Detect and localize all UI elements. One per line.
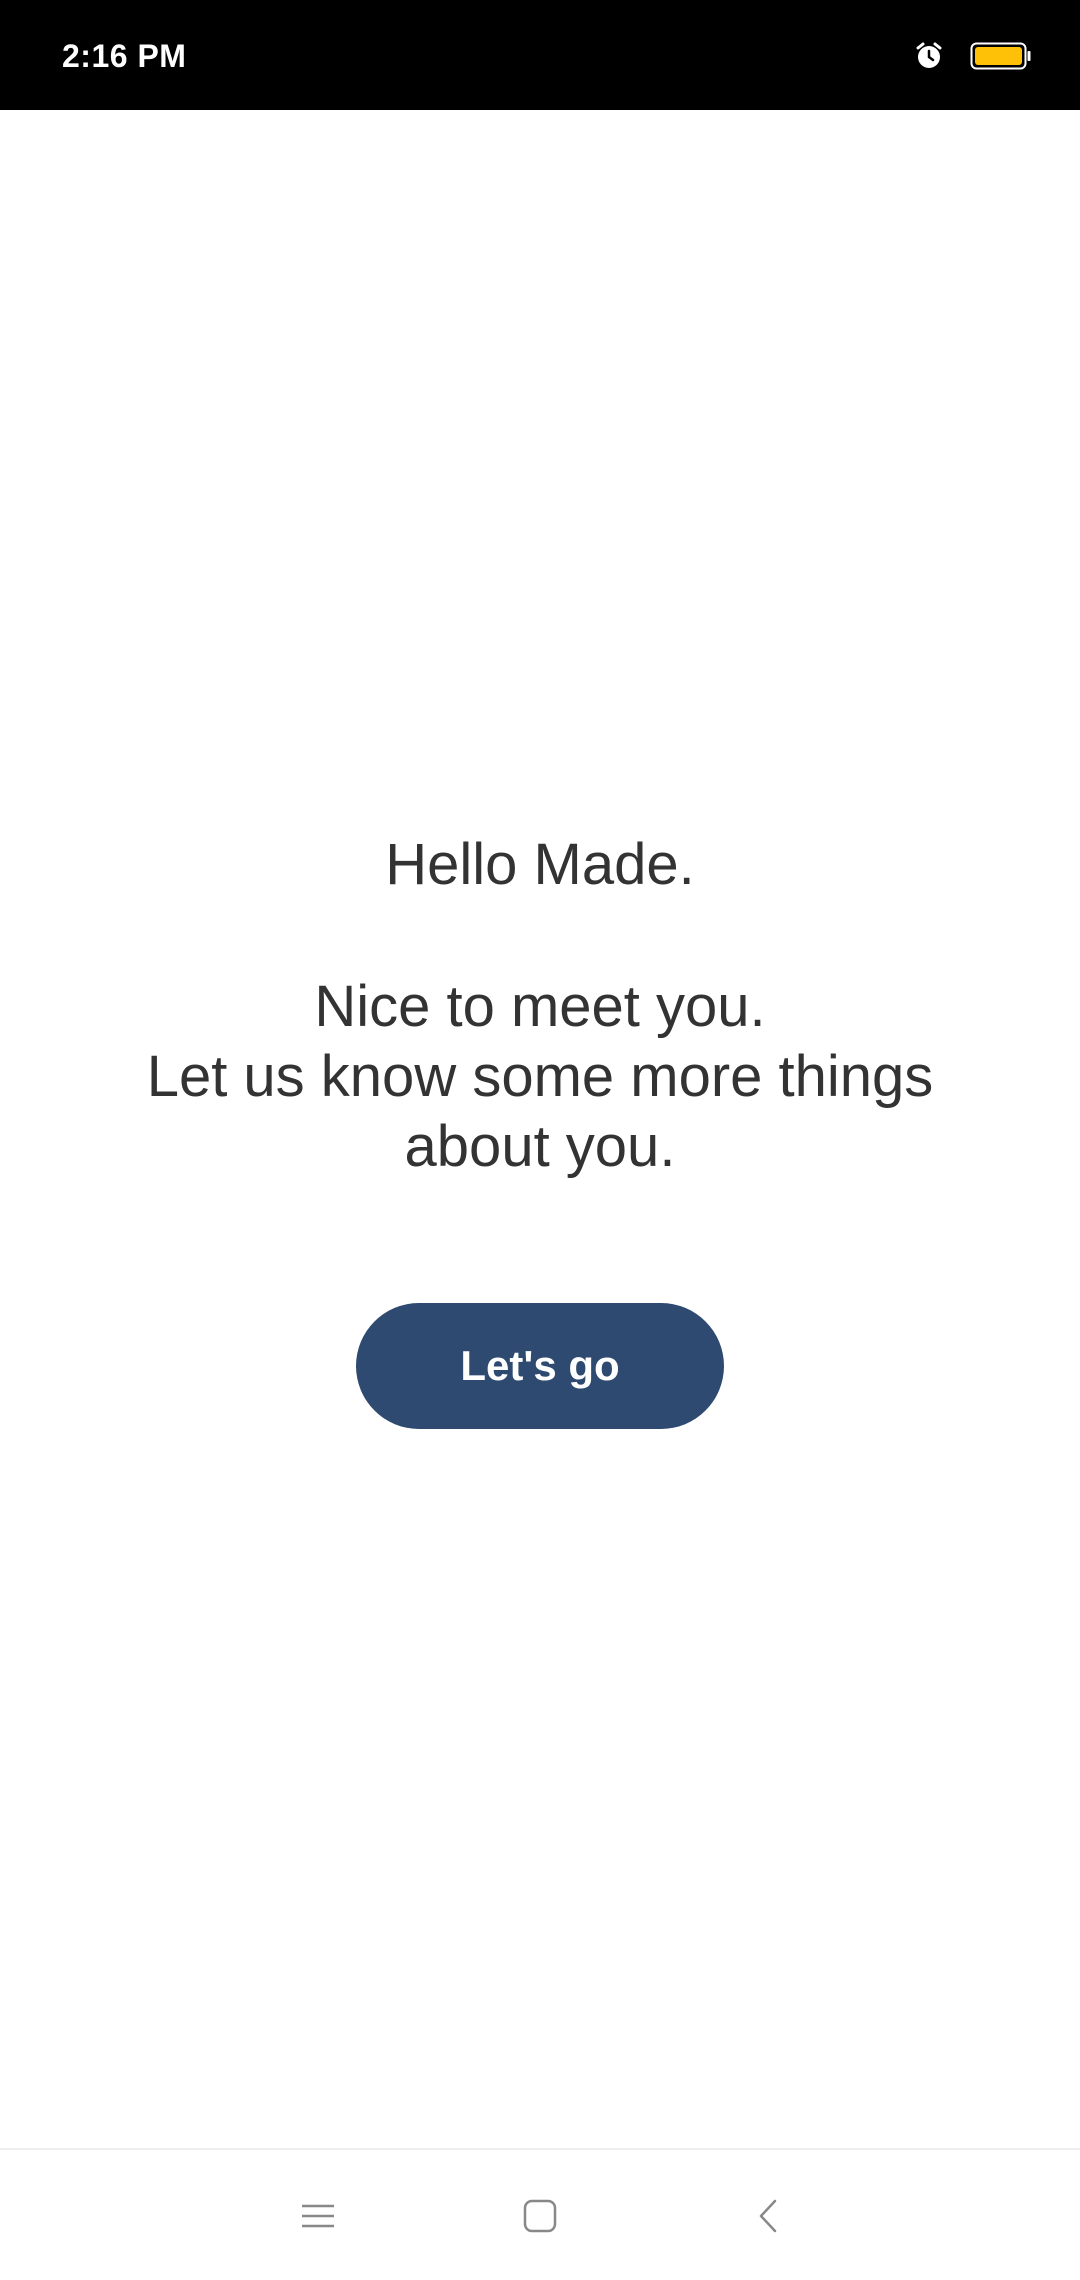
message-line: Nice to meet you. [314,974,766,1039]
home-button[interactable] [512,2190,568,2246]
status-bar: 2:16 PM [0,0,1080,110]
back-button[interactable] [740,2190,796,2246]
status-time: 2:16 PM [62,38,187,74]
greeting-heading: Hello Made. [385,832,695,897]
main-content: Hello Made. Nice to meet you. Let us kno… [0,110,1080,2150]
alarm-icon [914,41,944,71]
back-icon [756,2198,780,2239]
message-line: Let us know some more things [146,1044,934,1109]
navigation-bar [0,2148,1080,2280]
screen: 2:16 PM Hello Made. Nice to meet you. Le… [0,0,1080,2280]
welcome-message: Nice to meet you. Let us know some more … [90,972,990,1182]
lets-go-button[interactable]: Let's go [356,1303,724,1429]
message-line: about you. [404,1114,676,1179]
battery-icon [970,41,1032,71]
menu-icon [300,2201,336,2236]
status-icons [914,38,1032,74]
home-icon [522,2198,558,2239]
menu-button[interactable] [290,2190,346,2246]
